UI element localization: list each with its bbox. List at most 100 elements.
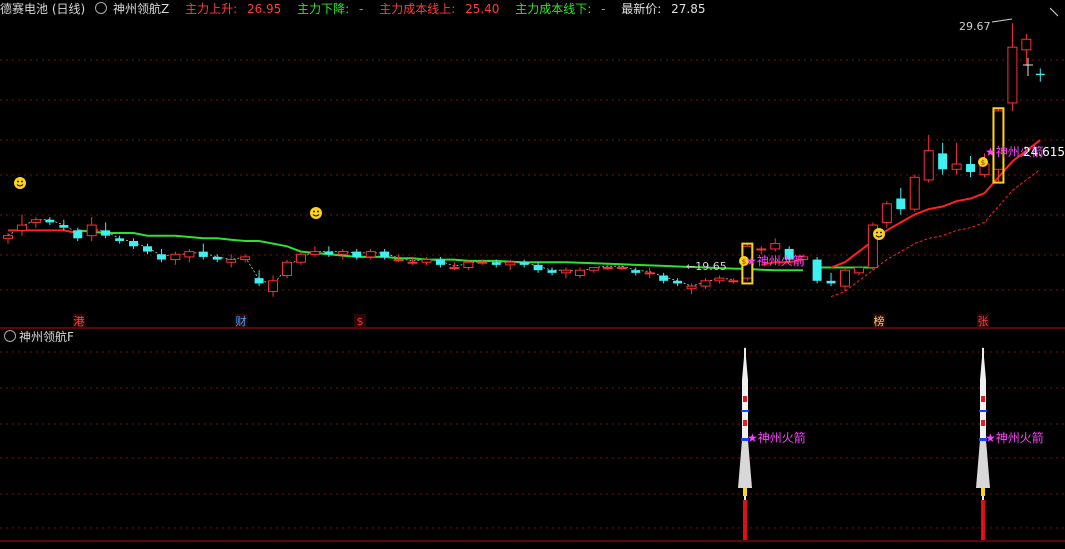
high-price-label: 29.67	[959, 20, 991, 33]
candle	[881, 203, 892, 223]
low-price-label: ←19.65	[686, 260, 727, 273]
candle	[365, 251, 376, 258]
candle	[938, 153, 948, 170]
candle	[673, 280, 683, 284]
rocket-stripe	[981, 396, 985, 402]
candle	[156, 254, 166, 260]
candle	[101, 230, 111, 236]
candle	[129, 240, 139, 247]
candle	[240, 256, 251, 261]
candle	[212, 256, 222, 260]
candle	[1035, 73, 1045, 76]
candle	[463, 261, 474, 269]
rocket-flame	[981, 500, 985, 540]
candle	[770, 243, 781, 250]
candle	[951, 163, 962, 170]
smiley-icon	[310, 207, 322, 219]
candle	[421, 259, 432, 263]
candle	[324, 251, 334, 255]
cost-up-readout: 主力成本线上: 25.40	[379, 2, 500, 16]
corner-marker	[1049, 7, 1059, 17]
candle	[59, 225, 69, 228]
candle	[644, 272, 655, 275]
candle	[631, 270, 641, 273]
candle	[435, 259, 445, 265]
candle	[686, 285, 697, 290]
candle	[756, 248, 767, 251]
smiley-icon	[317, 210, 319, 213]
candle	[407, 261, 418, 264]
candle	[73, 230, 83, 239]
rocket-flame	[743, 488, 747, 496]
candle	[826, 280, 836, 284]
cost-line-red	[830, 139, 1041, 269]
candle	[254, 278, 264, 284]
candle	[393, 259, 404, 262]
latest-price-readout: 最新价: 27.85	[621, 2, 706, 16]
rocket-flame	[743, 500, 747, 540]
candle	[170, 253, 181, 261]
event-tag-label: $	[357, 315, 364, 328]
candle	[896, 198, 906, 210]
stock-title[interactable]: 德赛电池 (日线)	[0, 2, 85, 16]
candle	[1021, 38, 1032, 51]
smiley-icon	[21, 180, 23, 183]
candle	[477, 261, 488, 264]
candle	[1007, 46, 1018, 104]
gear-icon[interactable]	[4, 330, 16, 342]
candle	[505, 261, 516, 266]
candle	[295, 253, 306, 263]
candle	[282, 261, 292, 276]
event-tag-label: 港	[74, 315, 85, 328]
candle	[380, 251, 390, 257]
indicator-name[interactable]: 神州领航Z	[95, 2, 175, 16]
candle	[812, 259, 822, 281]
cost-line-dashed	[830, 168, 1041, 298]
candle	[268, 280, 279, 292]
smiley-icon	[876, 231, 878, 234]
candle	[700, 280, 711, 287]
candle	[588, 267, 599, 271]
candle	[198, 251, 208, 257]
main-down-readout: 主力下降: -	[297, 2, 364, 16]
rocket-fin	[976, 440, 990, 488]
candle	[184, 251, 195, 258]
main-chart[interactable]: $$★神州火箭★神州火箭24.61529.67←19.65港财 $ 榜张★神州火箭 ★…	[0, 0, 1065, 549]
rocket-fin	[738, 440, 752, 488]
gear-icon[interactable]	[95, 2, 108, 14]
money-bag-icon: $	[981, 159, 985, 167]
event-tag-label: 财	[236, 314, 247, 328]
candle	[561, 269, 571, 274]
smiley-icon	[313, 210, 315, 213]
candle	[993, 110, 1004, 170]
footer-strip	[0, 542, 1065, 549]
smiley-icon	[14, 177, 26, 189]
smiley-icon	[880, 231, 882, 234]
candle	[491, 262, 501, 265]
right-value-label: 24.615	[1023, 145, 1065, 159]
candle	[3, 235, 13, 239]
chart-header: 德赛电池 (日线) 神州领航Z 主力上升: 26.95 主力下降: - 主力成本…	[0, 0, 718, 18]
sub-panel-title[interactable]: 神州领航F	[4, 330, 74, 344]
cost-down-readout: 主力成本线下: -	[515, 2, 606, 16]
high-arrow	[991, 18, 1013, 23]
rocket-stripe	[743, 396, 747, 402]
rocket-signal-label: ★神州火箭	[747, 430, 806, 445]
candle	[853, 267, 864, 274]
candle	[966, 164, 976, 172]
candle	[86, 224, 97, 237]
rocket-stripe	[741, 410, 749, 412]
event-tag-label: 榜	[874, 314, 885, 328]
candle	[840, 269, 850, 287]
candle	[728, 280, 739, 283]
candle	[30, 219, 41, 223]
candle	[909, 176, 920, 210]
candle	[519, 262, 529, 265]
signal-label: ★神州火箭	[746, 253, 805, 268]
rocket-stripe	[979, 410, 987, 412]
candle	[659, 275, 669, 281]
rocket-stripe	[743, 420, 747, 426]
candle	[714, 277, 725, 282]
candle	[923, 150, 934, 181]
candle	[309, 251, 320, 255]
